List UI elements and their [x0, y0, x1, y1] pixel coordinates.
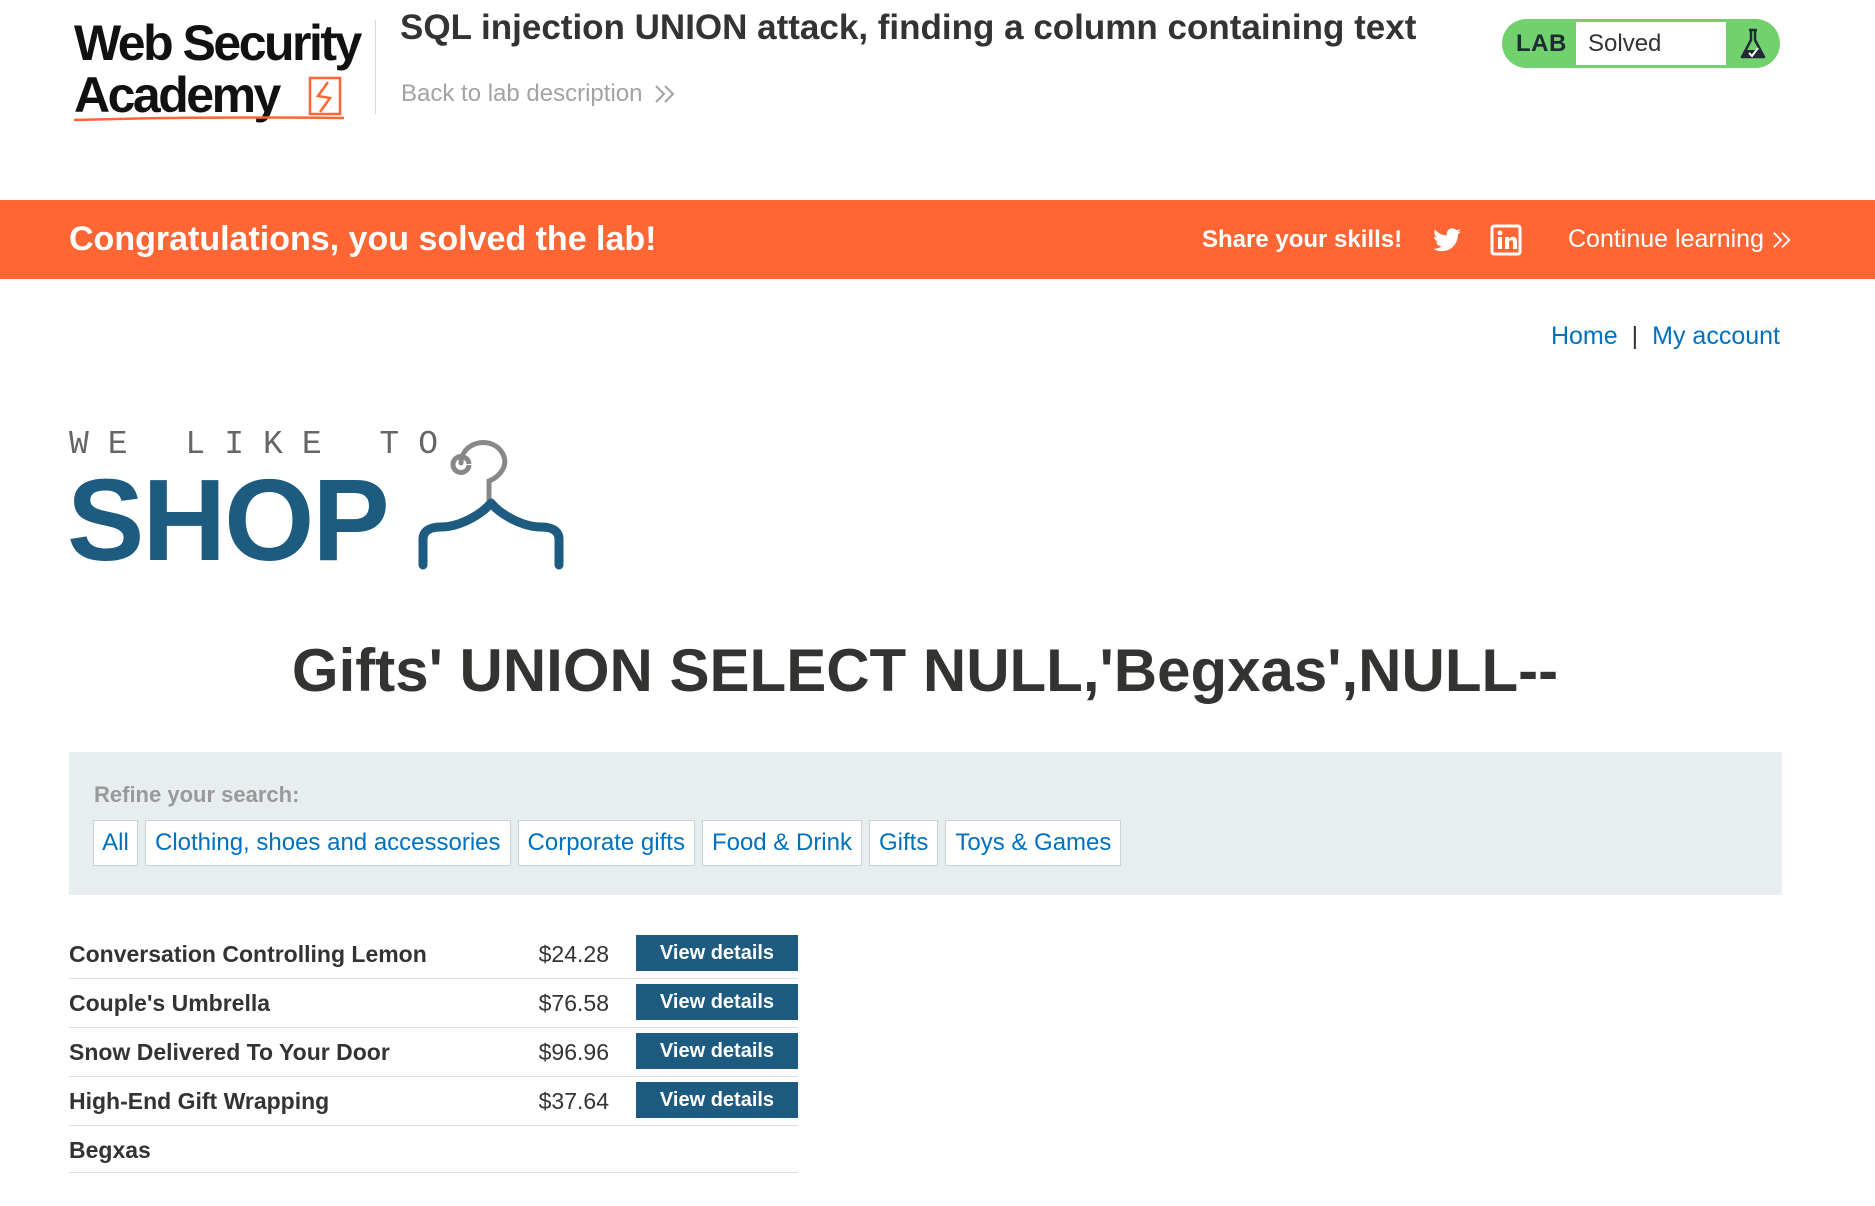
- my-account-link[interactable]: My account: [1652, 322, 1780, 351]
- filter-gifts[interactable]: Gifts: [869, 820, 939, 866]
- product-price: $37.64: [538, 1088, 609, 1114]
- web-security-academy-logo[interactable]: Web Security Academy: [72, 14, 372, 126]
- table-row: Couple's Umbrella $76.58 View details: [69, 979, 798, 1028]
- twitter-share-button[interactable]: [1431, 224, 1463, 256]
- filter-all[interactable]: All: [93, 820, 138, 866]
- lab-status-widget: LAB Solved: [1502, 19, 1780, 68]
- table-row: Conversation Controlling Lemon $24.28 Vi…: [69, 930, 798, 979]
- double-chevron-right-icon: [1773, 231, 1791, 248]
- filter-food-drink[interactable]: Food & Drink: [701, 820, 862, 866]
- filter-toys-games[interactable]: Toys & Games: [945, 820, 1122, 866]
- continue-learning-label: Continue learning: [1568, 225, 1764, 253]
- hanger-icon: [418, 440, 564, 570]
- view-details-button[interactable]: View details: [636, 935, 798, 971]
- product-name: High-End Gift Wrapping: [69, 1088, 330, 1114]
- double-chevron-right-icon: [655, 85, 675, 103]
- academy-header: Web Security Academy SQL injection UNION…: [0, 0, 1875, 200]
- twitter-icon: [1433, 228, 1461, 252]
- continue-learning-link[interactable]: Continue learning: [1568, 200, 1792, 279]
- lab-solved-banner: Congratulations, you solved the lab! Sha…: [0, 200, 1875, 279]
- lab-status-text: Solved: [1588, 30, 1662, 57]
- svg-text:Academy: Academy: [74, 67, 282, 123]
- back-to-lab-description-link[interactable]: Back to lab description: [401, 80, 676, 108]
- refine-search-label: Refine your search:: [94, 782, 300, 807]
- filter-panel: Refine your search: All Clothing, shoes …: [69, 752, 1782, 895]
- flask-icon: [1740, 28, 1766, 59]
- product-price: $96.96: [538, 1039, 609, 1065]
- table-row: Snow Delivered To Your Door $96.96 View …: [69, 1028, 798, 1077]
- product-name: Couple's Umbrella: [69, 990, 271, 1016]
- filter-clothing[interactable]: Clothing, shoes and accessories: [145, 820, 511, 866]
- product-price: $24.28: [538, 941, 609, 967]
- back-link-label: Back to lab description: [401, 80, 643, 107]
- product-table: Conversation Controlling Lemon $24.28 Vi…: [69, 930, 798, 1173]
- nav-separator: |: [1631, 322, 1639, 350]
- view-details-button[interactable]: View details: [636, 984, 798, 1020]
- product-price: $76.58: [538, 990, 609, 1016]
- linkedin-icon: [1490, 224, 1522, 256]
- shop-wordmark: SHOP: [67, 455, 390, 585]
- lab-status-box: Solved: [1576, 22, 1726, 65]
- top-nav: Home | My account: [1551, 322, 1780, 351]
- logo-icon: Web Security Academy: [73, 15, 365, 123]
- filter-list: All Clothing, shoes and accessories Corp…: [93, 820, 1122, 866]
- share-skills-label: Share your skills!: [1202, 226, 1403, 253]
- home-link[interactable]: Home: [1551, 322, 1618, 351]
- view-details-button[interactable]: View details: [636, 1033, 798, 1069]
- lab-tag: LAB: [1516, 30, 1567, 57]
- congratulations-message: Congratulations, you solved the lab!: [69, 220, 657, 258]
- product-name: Conversation Controlling Lemon: [69, 941, 427, 967]
- filter-corporate-gifts[interactable]: Corporate gifts: [517, 820, 695, 866]
- lab-title: SQL injection UNION attack, finding a co…: [400, 8, 1417, 47]
- header-divider: [375, 20, 376, 114]
- svg-text:Web Security: Web Security: [74, 15, 363, 71]
- table-row: High-End Gift Wrapping $37.64 View detai…: [69, 1077, 798, 1126]
- product-name: Begxas: [69, 1137, 151, 1163]
- view-details-button[interactable]: View details: [636, 1082, 798, 1118]
- search-heading: Gifts' UNION SELECT NULL,'Begxas',NULL--: [291, 637, 1559, 704]
- linkedin-share-button[interactable]: [1490, 224, 1522, 256]
- table-row: Begxas: [69, 1126, 798, 1173]
- product-name: Snow Delivered To Your Door: [69, 1039, 390, 1065]
- shop-logo: WE LIKE TO SHOP: [67, 424, 609, 578]
